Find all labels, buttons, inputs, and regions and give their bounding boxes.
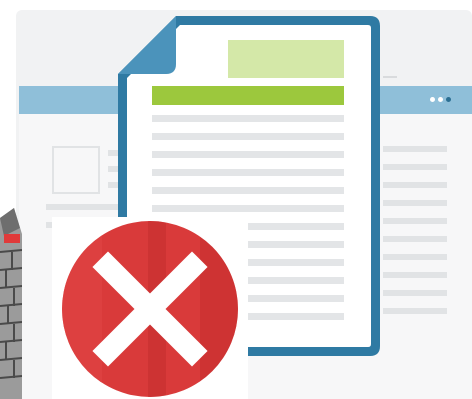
document-text-line: [152, 187, 344, 194]
background-text-line: [383, 164, 447, 170]
background-text-line: [383, 308, 447, 314]
background-text-line: [383, 290, 447, 296]
error-x-icon: [62, 221, 238, 397]
brick-wall-icon: [0, 208, 22, 399]
background-text-line: [383, 254, 447, 260]
background-text-line: [383, 218, 447, 224]
background-text-line: [383, 200, 447, 206]
window-dot: [446, 97, 451, 102]
document-text-line: [152, 151, 344, 158]
error-badge: [52, 217, 248, 399]
background-text-line: [383, 146, 447, 152]
background-text-line: [383, 272, 447, 278]
document-highlight-light: [228, 40, 344, 78]
document-text-line: [152, 133, 344, 140]
illustration-canvas: [0, 0, 472, 399]
document-text-line: [152, 205, 344, 212]
background-thumbnail-placeholder: [52, 146, 100, 194]
document-fold: [118, 16, 176, 74]
window-dot: [430, 97, 435, 102]
document-highlight-green: [152, 86, 344, 105]
brick-accent: [4, 234, 20, 243]
more-dots-icon: [428, 93, 464, 107]
document-text-line: [152, 115, 344, 122]
background-text-line: [383, 236, 447, 242]
background-text-line: [46, 204, 122, 210]
background-divider: [383, 76, 397, 78]
document-text-line: [152, 169, 344, 176]
window-dot: [438, 97, 443, 102]
background-text-line: [383, 182, 447, 188]
